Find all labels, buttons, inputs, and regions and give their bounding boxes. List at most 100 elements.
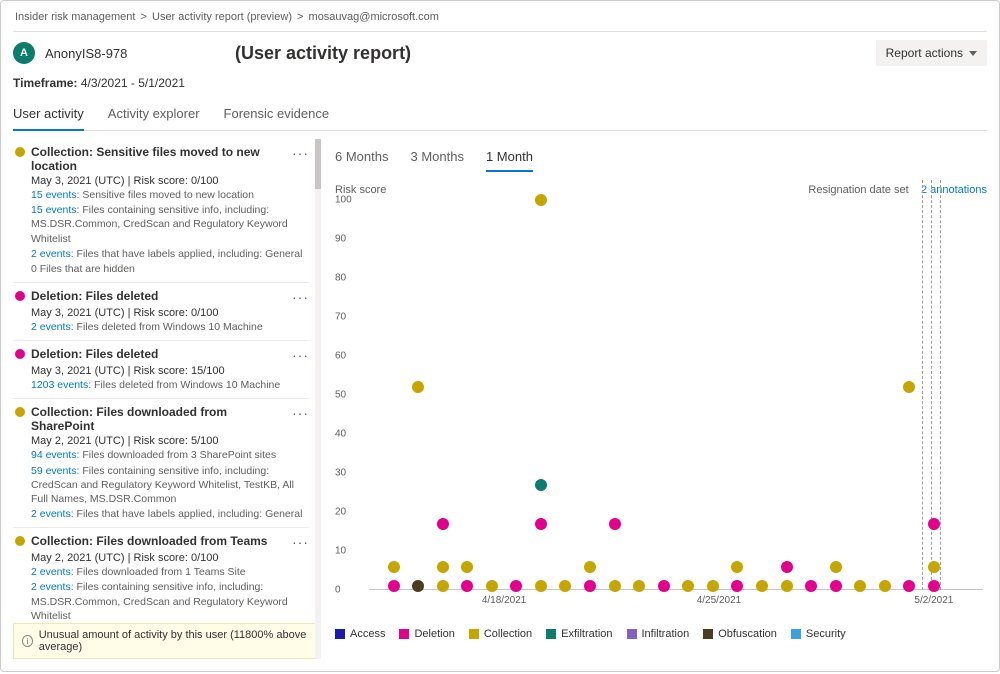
category-dot-icon [15, 147, 25, 157]
data-point[interactable] [731, 561, 743, 573]
data-point[interactable] [510, 580, 522, 592]
list-item[interactable]: Deletion: Files deleted ··· May 3, 2021 (U… [13, 283, 309, 341]
item-meta: May 3, 2021 (UTC) | Risk score: 0/100 [15, 307, 309, 319]
data-point[interactable] [486, 580, 498, 592]
event-line: 59 events: Files containing sensitive in… [15, 464, 309, 507]
scrollbar[interactable] [315, 139, 321, 659]
range-tab-6-months[interactable]: 6 Months [335, 149, 388, 172]
data-point[interactable] [707, 580, 719, 592]
data-point[interactable] [781, 580, 793, 592]
chevron-down-icon [969, 51, 977, 56]
event-line: 2 events: Files containing sensitive inf… [15, 580, 309, 619]
data-point[interactable] [461, 561, 473, 573]
event-line: 2 events: Files that have labels applied… [15, 507, 309, 521]
event-line: 2 events: Files deleted from Windows 10 … [15, 320, 309, 334]
legend-item[interactable]: Deletion [399, 628, 454, 640]
legend-item[interactable]: Infiltration [627, 628, 690, 640]
data-point[interactable] [682, 580, 694, 592]
legend-item[interactable]: Access [335, 628, 385, 640]
data-point[interactable] [559, 580, 571, 592]
data-point[interactable] [609, 518, 621, 530]
category-dot-icon [15, 349, 25, 359]
info-icon: i [22, 635, 33, 647]
event-line: 1203 events: Files deleted from Windows … [15, 378, 309, 392]
legend-item[interactable]: Collection [469, 628, 532, 640]
legend-item[interactable]: Exfiltration [546, 628, 612, 640]
range-tab-3-months[interactable]: 3 Months [410, 149, 463, 172]
legend-swatch-icon [791, 629, 801, 639]
item-title: Deletion: Files deleted [31, 289, 286, 303]
data-point[interactable] [437, 518, 449, 530]
data-point[interactable] [535, 194, 547, 206]
data-point[interactable] [412, 580, 424, 592]
item-meta: May 3, 2021 (UTC) | Risk score: 15/100 [15, 365, 309, 377]
item-meta: May 3, 2021 (UTC) | Risk score: 0/100 [15, 175, 309, 187]
data-point[interactable] [805, 580, 817, 592]
event-line: 15 events: Sensitive files moved to new … [15, 188, 309, 202]
data-point[interactable] [830, 561, 842, 573]
tab-forensic-evidence[interactable]: Forensic evidence [224, 100, 330, 130]
data-point[interactable] [388, 561, 400, 573]
legend-swatch-icon [703, 629, 713, 639]
data-point[interactable] [903, 580, 915, 592]
risk-scatter-chart[interactable]: 0102030405060708090100 4/18/20214/25/202… [335, 200, 987, 600]
avatar: A [13, 42, 35, 64]
data-point[interactable] [928, 518, 940, 530]
tab-activity-explorer[interactable]: Activity explorer [108, 100, 200, 130]
resignation-date-label: Resignation date set [808, 184, 908, 196]
range-tab-1-month[interactable]: 1 Month [486, 149, 533, 172]
data-point[interactable] [584, 561, 596, 573]
data-point[interactable] [412, 381, 424, 393]
data-point[interactable] [756, 580, 768, 592]
report-actions-button[interactable]: Report actions [876, 40, 987, 66]
list-item[interactable]: Collection: Files downloaded from ShareP… [13, 399, 309, 528]
legend-item[interactable]: Obfuscation [703, 628, 777, 640]
data-point[interactable] [830, 580, 842, 592]
event-line: 94 events: Files downloaded from 3 Share… [15, 448, 309, 462]
category-dot-icon [15, 407, 25, 417]
legend-item[interactable]: Security [791, 628, 846, 640]
data-point[interactable] [437, 561, 449, 573]
category-dot-icon [15, 536, 25, 546]
data-point[interactable] [928, 561, 940, 573]
legend-swatch-icon [335, 629, 345, 639]
data-point[interactable] [535, 518, 547, 530]
data-point[interactable] [781, 561, 793, 573]
more-icon[interactable]: ··· [292, 347, 309, 363]
data-point[interactable] [437, 580, 449, 592]
data-point[interactable] [854, 580, 866, 592]
page-title: (User activity report) [235, 43, 866, 64]
data-point[interactable] [658, 580, 670, 592]
data-point[interactable] [535, 580, 547, 592]
data-point[interactable] [731, 580, 743, 592]
anomaly-alert: i Unusual amount of activity by this use… [13, 623, 321, 659]
data-point[interactable] [584, 580, 596, 592]
data-point[interactable] [879, 580, 891, 592]
data-point[interactable] [535, 479, 547, 491]
chart-legend: Access Deletion Collection Exfiltration Infi… [335, 628, 987, 640]
legend-swatch-icon [399, 629, 409, 639]
list-item[interactable]: Collection: Files downloaded from Teams ·… [13, 528, 309, 619]
data-point[interactable] [388, 580, 400, 592]
more-icon[interactable]: ··· [292, 534, 309, 550]
item-title: Collection: Files downloaded from Teams [31, 534, 286, 548]
data-point[interactable] [609, 580, 621, 592]
data-point[interactable] [928, 580, 940, 592]
list-item[interactable]: Deletion: Files deleted···May 3, 2021 (U… [13, 341, 309, 399]
more-icon[interactable]: ··· [292, 405, 309, 421]
item-meta: May 2, 2021 (UTC) | Risk score: 0/100 [15, 552, 309, 564]
more-icon[interactable]: ··· [292, 145, 309, 161]
data-point[interactable] [633, 580, 645, 592]
more-icon[interactable]: ··· [292, 289, 309, 305]
legend-swatch-icon [469, 629, 479, 639]
breadcrumb[interactable]: Insider risk management > User activity … [13, 9, 987, 29]
event-line: 15 events: Files containing sensitive in… [15, 203, 309, 246]
data-point[interactable] [461, 580, 473, 592]
activity-list[interactable]: Collection: Sensitive files moved to new… [13, 139, 321, 619]
timeframe-label: Timeframe: 4/3/2021 - 5/1/2021 [13, 76, 987, 90]
tabs: User activity Activity explorer Forensic e… [13, 100, 987, 131]
data-point[interactable] [903, 381, 915, 393]
range-tabs: 6 Months 3 Months 1 Month [335, 139, 987, 180]
tab-user-activity[interactable]: User activity [13, 100, 84, 131]
list-item[interactable]: Collection: Sensitive files moved to new… [13, 139, 309, 283]
